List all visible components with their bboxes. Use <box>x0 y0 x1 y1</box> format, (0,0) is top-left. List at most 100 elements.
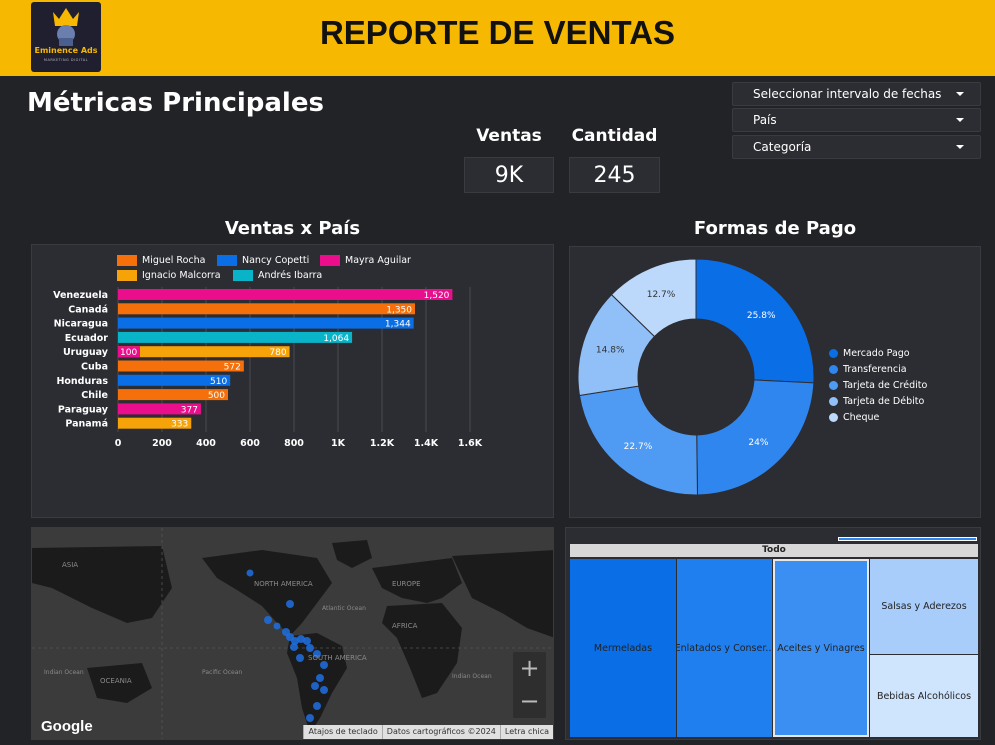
x-tick-label: 400 <box>196 438 216 449</box>
slice-label: 12.7% <box>647 290 676 300</box>
legend-item[interactable]: Cheque <box>829 409 927 425</box>
y-tick-label: Nicaragua <box>54 319 108 330</box>
chevron-down-icon <box>956 118 964 122</box>
page-title: REPORTE DE VENTAS <box>319 14 676 51</box>
data-label: 100 <box>120 348 137 358</box>
slice-label: 25.8% <box>747 311 776 321</box>
y-tick-label: Honduras <box>56 376 108 387</box>
logo-subtitle: MARKETING DIGITAL <box>43 58 89 62</box>
sales-map[interactable]: ASIA NORTH AMERICA EUROPE AFRICA SOUTH A… <box>31 527 554 740</box>
bar[interactable] <box>118 346 290 358</box>
pie-slice[interactable] <box>578 385 698 496</box>
date-range-filter-label: Seleccionar intervalo de fechas <box>753 87 942 101</box>
kpi-ventas-label: Ventas <box>476 126 542 146</box>
x-tick-label: 1.4K <box>414 438 439 449</box>
zoom-out-button[interactable]: − <box>513 685 546 718</box>
country-filter-label: País <box>753 113 777 127</box>
legend-item[interactable]: Mercado Pago <box>829 345 927 361</box>
category-filter-label: Categoría <box>753 140 812 154</box>
data-label: 510 <box>210 377 227 387</box>
data-label: 377 <box>181 405 198 415</box>
legend-dot <box>829 412 838 422</box>
x-tick-label: 1.2K <box>370 438 395 449</box>
data-label: 1,520 <box>424 291 450 301</box>
treemap-cell-bebidas[interactable]: Bebidas Alcohólicos <box>870 655 978 737</box>
zoom-in-button[interactable]: + <box>513 652 546 685</box>
legend-item[interactable]: Transferencia <box>829 361 927 377</box>
y-tick-label: Venezuela <box>53 290 108 301</box>
bar[interactable] <box>118 303 415 315</box>
y-tick-label: Chile <box>81 390 108 401</box>
data-label: 333 <box>171 420 188 430</box>
kpi-cantidad-label: Cantidad <box>571 126 658 146</box>
payment-methods-title: Formas de Pago <box>693 218 857 239</box>
header-bar: Eminence Ads MARKETING DIGITAL REPORTE D… <box>0 0 995 76</box>
kpi-ventas-value: 9K <box>464 157 554 193</box>
terms-link[interactable]: Letra chica <box>499 725 553 739</box>
sales-by-country-title: Ventas x País <box>224 218 361 239</box>
map-data-attribution[interactable]: Datos cartográficos ©2024 <box>381 725 500 739</box>
legend-label: Cheque <box>843 411 880 423</box>
data-label: 1,344 <box>385 320 411 330</box>
bar[interactable] <box>118 289 453 300</box>
map-label: Atlantic Ocean <box>322 605 366 612</box>
kpi-cantidad-value: 245 <box>569 157 660 193</box>
category-filter[interactable]: Categoría <box>732 135 981 159</box>
country-filter[interactable]: País <box>732 108 981 132</box>
treemap-cell-aceites[interactable]: Aceites y Vinagres <box>773 559 869 737</box>
y-tick-label: Panamá <box>65 419 108 430</box>
data-label: 1,064 <box>323 334 349 344</box>
map-label: EUROPE <box>392 580 421 588</box>
data-label: 500 <box>208 391 225 401</box>
y-tick-label: Cuba <box>81 362 108 373</box>
legend-dot <box>829 396 838 406</box>
legend-dot <box>829 364 838 374</box>
legend-item[interactable]: Tarjeta de Crédito <box>829 377 927 393</box>
map-label: AFRICA <box>392 622 418 630</box>
map-label: SOUTH AMERICA <box>308 654 367 662</box>
map-label: NORTH AMERICA <box>254 580 313 588</box>
y-tick-label: Paraguay <box>58 404 109 415</box>
x-tick-label: 200 <box>152 438 172 449</box>
keyboard-shortcuts-link[interactable]: Atajos de teclado <box>303 725 381 739</box>
map-label: OCEANIA <box>100 677 132 685</box>
chevron-down-icon <box>956 145 964 149</box>
bar[interactable] <box>118 317 414 329</box>
sales-by-country-chart: 0 200 400 600 800 1K 1.2K 1.4K 1.6K Venezuela 1,52… <box>53 287 483 449</box>
slice-label: 22.7% <box>624 442 653 452</box>
legend-item[interactable]: Tarjeta de Débito <box>829 393 927 409</box>
metrics-title: Métricas Principales <box>27 88 324 118</box>
payment-methods-legend: Mercado Pago Transferencia Tarjeta de Créd… <box>829 345 927 425</box>
map-footer: Atajos de teclado Datos cartográficos ©2… <box>303 725 553 739</box>
legend-label: Mercado Pago <box>843 347 910 359</box>
date-range-filter[interactable]: Seleccionar intervalo de fechas <box>732 82 981 106</box>
legend-label: Tarjeta de Débito <box>843 395 925 407</box>
map-label: Indian Ocean <box>452 673 492 680</box>
map-label: ASIA <box>62 561 78 569</box>
treemap-root[interactable]: Todo <box>570 544 978 557</box>
data-label: 572 <box>224 363 241 373</box>
treemap-cell-enlatados[interactable]: Enlatados y Conser... <box>677 559 772 737</box>
treemap-cell-salsas[interactable]: Salsas y Aderezos <box>870 559 978 654</box>
payment-methods-chart: 25.8% 24% 22.7% 14.8% 12.7% <box>577 258 815 496</box>
map-label: Pacific Ocean <box>202 669 242 676</box>
x-tick-label: 800 <box>284 438 304 449</box>
category-treemap: Todo Mermeladas Enlatados y Conser... Ac… <box>565 527 981 740</box>
y-tick-label: Ecuador <box>65 333 109 344</box>
data-label: 780 <box>269 348 286 358</box>
bar[interactable] <box>118 331 353 343</box>
chevron-down-icon <box>956 92 964 96</box>
slice-label: 24% <box>748 438 768 448</box>
y-tick-label: Canadá <box>68 304 108 315</box>
google-logo: Google <box>41 718 93 735</box>
slice-label: 14.8% <box>596 346 625 356</box>
treemap-color-scale <box>838 537 977 541</box>
legend-label: Tarjeta de Crédito <box>843 379 928 391</box>
world-map: ASIA NORTH AMERICA EUROPE AFRICA SOUTH A… <box>32 528 553 739</box>
x-tick-label: 1K <box>331 438 346 449</box>
data-label: 1,350 <box>386 305 412 315</box>
treemap-cell-mermeladas[interactable]: Mermeladas <box>570 559 676 737</box>
y-tick-label: Uruguay <box>63 347 109 358</box>
map-zoom-controls: + − <box>513 652 546 718</box>
legend-dot <box>829 380 838 390</box>
